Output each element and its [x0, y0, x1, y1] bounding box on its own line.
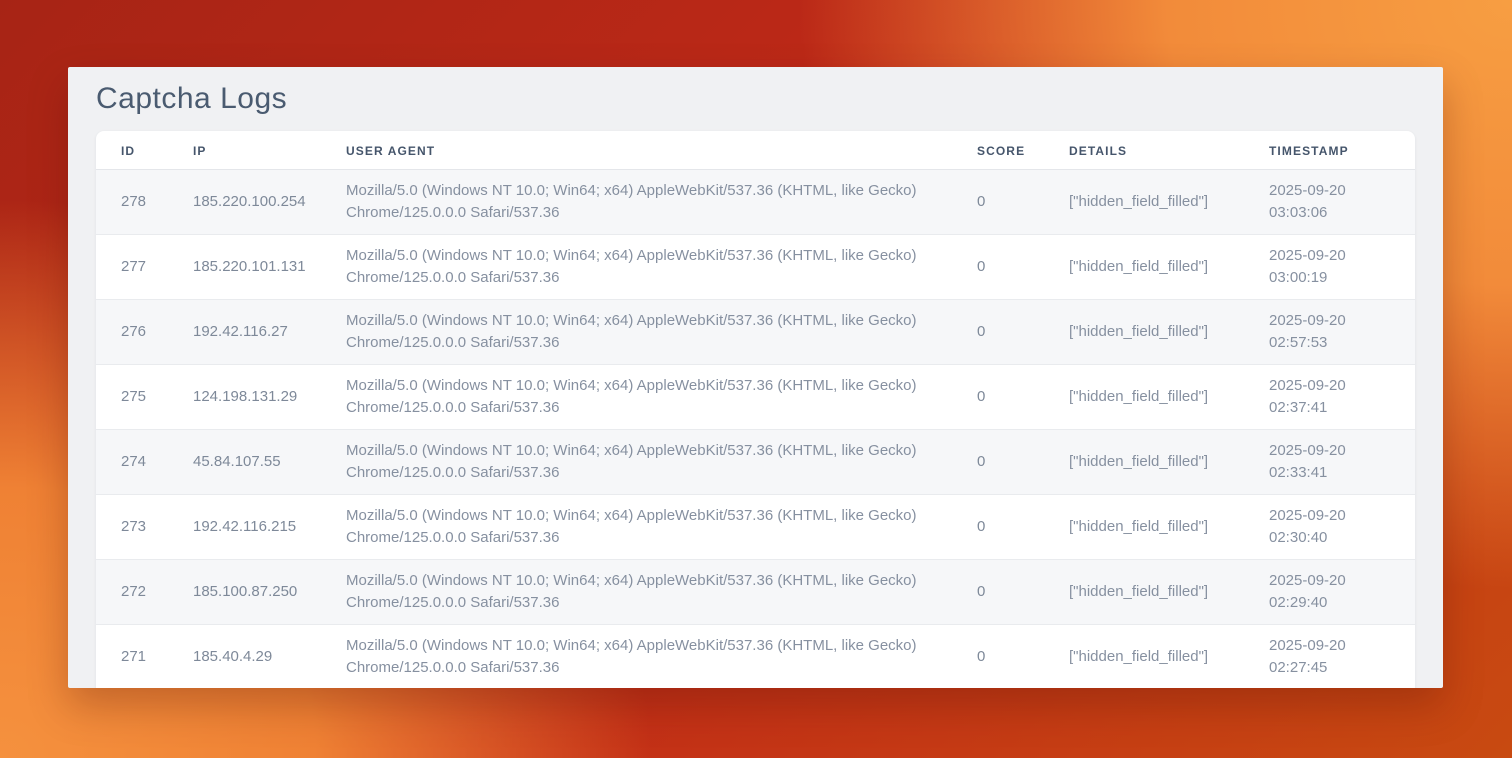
cell-score: 0	[952, 170, 1044, 235]
cell-id: 273	[96, 495, 168, 560]
cell-details: ["hidden_field_filled"]	[1044, 300, 1244, 365]
cell-id: 276	[96, 300, 168, 365]
cell-ip: 185.40.4.29	[168, 625, 321, 689]
cell-timestamp: 2025-09-20 02:27:45	[1244, 625, 1415, 689]
cell-details: ["hidden_field_filled"]	[1044, 495, 1244, 560]
cell-ip: 192.42.116.215	[168, 495, 321, 560]
cell-user_agent: Mozilla/5.0 (Windows NT 10.0; Win64; x64…	[321, 625, 952, 689]
column-header-ip: IP	[168, 131, 321, 170]
column-header-user_agent: USER AGENT	[321, 131, 952, 170]
cell-id: 277	[96, 235, 168, 300]
cell-user_agent: Mozilla/5.0 (Windows NT 10.0; Win64; x64…	[321, 365, 952, 430]
table-body: 278185.220.100.254Mozilla/5.0 (Windows N…	[96, 170, 1415, 689]
table-row: 271185.40.4.29Mozilla/5.0 (Windows NT 10…	[96, 625, 1415, 689]
cell-timestamp: 2025-09-20 02:33:41	[1244, 430, 1415, 495]
table-row: 273192.42.116.215Mozilla/5.0 (Windows NT…	[96, 495, 1415, 560]
cell-score: 0	[952, 625, 1044, 689]
cell-id: 272	[96, 560, 168, 625]
cell-details: ["hidden_field_filled"]	[1044, 430, 1244, 495]
captcha-logs-table: IDIPUSER AGENTSCOREDETAILSTIMESTAMP 2781…	[96, 131, 1415, 688]
cell-score: 0	[952, 495, 1044, 560]
cell-ip: 124.198.131.29	[168, 365, 321, 430]
table-header: IDIPUSER AGENTSCOREDETAILSTIMESTAMP	[96, 131, 1415, 170]
column-header-details: DETAILS	[1044, 131, 1244, 170]
cell-score: 0	[952, 300, 1044, 365]
table-row: 276192.42.116.27Mozilla/5.0 (Windows NT …	[96, 300, 1415, 365]
table-header-row: IDIPUSER AGENTSCOREDETAILSTIMESTAMP	[96, 131, 1415, 170]
captcha-logs-card: Captcha Logs IDIPUSER AGENTSCOREDETAILST…	[68, 67, 1443, 688]
page-title: Captcha Logs	[96, 82, 1415, 115]
table-row: 27445.84.107.55Mozilla/5.0 (Windows NT 1…	[96, 430, 1415, 495]
cell-ip: 185.220.100.254	[168, 170, 321, 235]
cell-details: ["hidden_field_filled"]	[1044, 625, 1244, 689]
cell-details: ["hidden_field_filled"]	[1044, 560, 1244, 625]
cell-details: ["hidden_field_filled"]	[1044, 170, 1244, 235]
cell-id: 278	[96, 170, 168, 235]
cell-user_agent: Mozilla/5.0 (Windows NT 10.0; Win64; x64…	[321, 300, 952, 365]
cell-timestamp: 2025-09-20 02:57:53	[1244, 300, 1415, 365]
cell-id: 275	[96, 365, 168, 430]
cell-ip: 45.84.107.55	[168, 430, 321, 495]
table-row: 272185.100.87.250Mozilla/5.0 (Windows NT…	[96, 560, 1415, 625]
cell-user_agent: Mozilla/5.0 (Windows NT 10.0; Win64; x64…	[321, 560, 952, 625]
cell-user_agent: Mozilla/5.0 (Windows NT 10.0; Win64; x64…	[321, 235, 952, 300]
cell-user_agent: Mozilla/5.0 (Windows NT 10.0; Win64; x64…	[321, 430, 952, 495]
cell-score: 0	[952, 365, 1044, 430]
cell-ip: 185.220.101.131	[168, 235, 321, 300]
table-row: 277185.220.101.131Mozilla/5.0 (Windows N…	[96, 235, 1415, 300]
table-row: 275124.198.131.29Mozilla/5.0 (Windows NT…	[96, 365, 1415, 430]
column-header-timestamp: TIMESTAMP	[1244, 131, 1415, 170]
cell-timestamp: 2025-09-20 03:00:19	[1244, 235, 1415, 300]
cell-id: 274	[96, 430, 168, 495]
cell-timestamp: 2025-09-20 03:03:06	[1244, 170, 1415, 235]
cell-timestamp: 2025-09-20 02:29:40	[1244, 560, 1415, 625]
cell-score: 0	[952, 560, 1044, 625]
cell-timestamp: 2025-09-20 02:37:41	[1244, 365, 1415, 430]
column-header-id: ID	[96, 131, 168, 170]
cell-user_agent: Mozilla/5.0 (Windows NT 10.0; Win64; x64…	[321, 170, 952, 235]
cell-ip: 192.42.116.27	[168, 300, 321, 365]
cell-ip: 185.100.87.250	[168, 560, 321, 625]
cell-score: 0	[952, 235, 1044, 300]
cell-timestamp: 2025-09-20 02:30:40	[1244, 495, 1415, 560]
logs-table-panel: IDIPUSER AGENTSCOREDETAILSTIMESTAMP 2781…	[96, 131, 1415, 688]
cell-user_agent: Mozilla/5.0 (Windows NT 10.0; Win64; x64…	[321, 495, 952, 560]
column-header-score: SCORE	[952, 131, 1044, 170]
cell-score: 0	[952, 430, 1044, 495]
cell-details: ["hidden_field_filled"]	[1044, 235, 1244, 300]
cell-details: ["hidden_field_filled"]	[1044, 365, 1244, 430]
table-row: 278185.220.100.254Mozilla/5.0 (Windows N…	[96, 170, 1415, 235]
cell-id: 271	[96, 625, 168, 689]
